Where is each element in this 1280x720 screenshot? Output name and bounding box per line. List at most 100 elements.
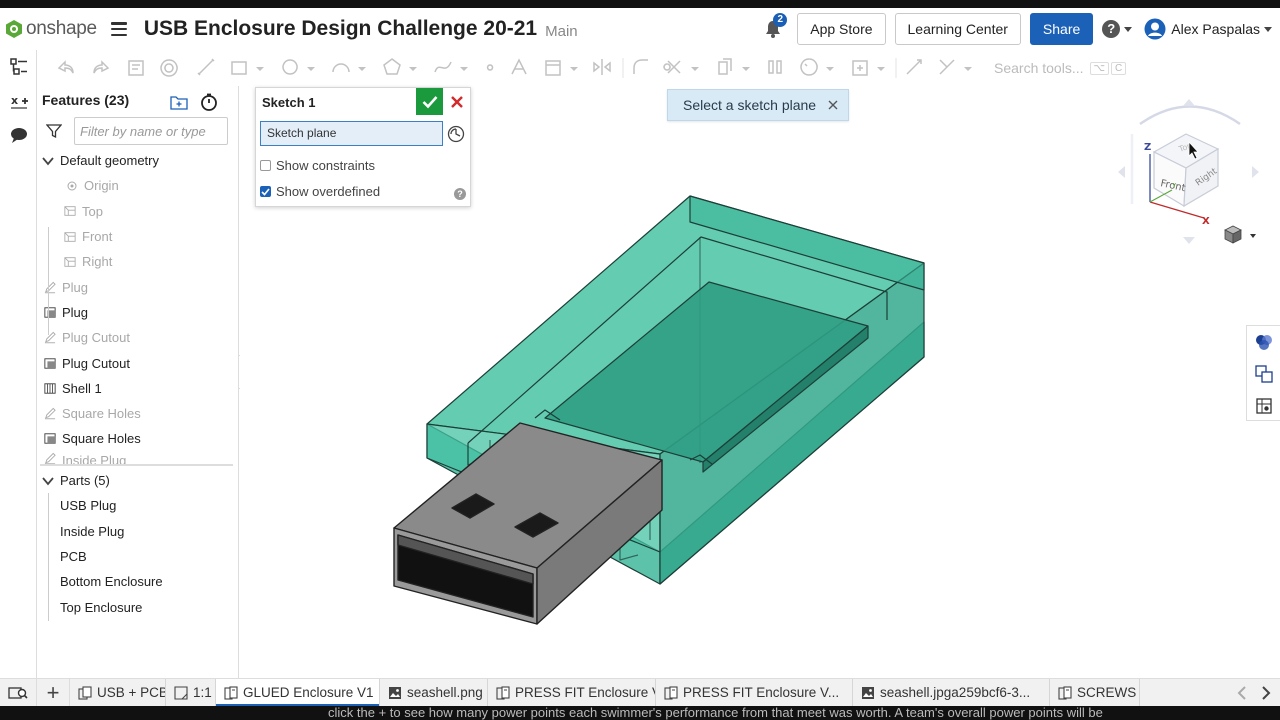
default-item-top[interactable]: Top: [38, 199, 238, 224]
chevron-down-icon[interactable]: [691, 67, 699, 71]
undo-icon[interactable]: [57, 60, 74, 74]
tab-6[interactable]: seashell.jpga259bcf6-3...: [853, 678, 1050, 707]
spline-icon[interactable]: [434, 61, 452, 73]
offset-icon[interactable]: [718, 58, 732, 75]
chevron-down-icon[interactable]: [42, 155, 54, 167]
sketch-icon[interactable]: [128, 60, 144, 76]
part-item[interactable]: Bottom Enclosure: [38, 569, 239, 594]
hamburger-menu-icon[interactable]: [110, 22, 127, 36]
share-button[interactable]: Share: [1029, 13, 1094, 45]
chevron-down-icon[interactable]: [826, 67, 834, 71]
accept-checkmark-button[interactable]: [416, 88, 443, 115]
point-icon[interactable]: [486, 64, 494, 71]
construction-icon[interactable]: [545, 60, 561, 76]
branch-label[interactable]: Main: [545, 23, 578, 40]
tab-2[interactable]: GLUED Enclosure V1: [216, 678, 380, 707]
tab-4[interactable]: PRESS FIT Enclosure V1: [488, 678, 656, 707]
document-title[interactable]: USB Enclosure Design Challenge 20-21: [144, 17, 537, 41]
part-item[interactable]: USB Plug: [38, 493, 239, 518]
chevron-down-icon[interactable]: [409, 67, 417, 71]
linear-pattern-icon[interactable]: [768, 60, 782, 74]
parts-group[interactable]: Parts (5): [38, 468, 239, 493]
chevron-down-icon[interactable]: [460, 67, 468, 71]
snap-icon[interactable]: [939, 59, 955, 75]
rebuild-timer-icon[interactable]: [199, 92, 219, 112]
feature-item[interactable]: Inside Plug: [38, 452, 238, 464]
cancel-x-button[interactable]: [448, 92, 466, 112]
filter-icon[interactable]: [46, 123, 62, 139]
mass-properties-panel-icon[interactable]: [1247, 390, 1280, 422]
chevron-down-icon[interactable]: [256, 67, 264, 71]
configurations-panel-icon[interactable]: [1247, 358, 1280, 390]
trim-icon[interactable]: [663, 60, 681, 74]
feature-item[interactable]: Plug Cutout: [38, 325, 238, 350]
rotate-down-arrow-icon[interactable]: [1183, 237, 1195, 244]
close-icon[interactable]: [826, 98, 840, 112]
tab-7[interactable]: SCREWS Enc: [1050, 678, 1140, 707]
sketch-dialog-title[interactable]: Sketch 1: [262, 95, 315, 110]
feature-item[interactable]: Plug: [38, 274, 238, 299]
rotate-up-arrow-icon[interactable]: [1183, 99, 1195, 106]
show-overdefined-checkbox[interactable]: [260, 186, 271, 197]
history-clock-icon[interactable]: [446, 124, 466, 144]
learning-center-button[interactable]: Learning Center: [894, 13, 1021, 45]
text-icon[interactable]: [511, 58, 527, 75]
chevron-down-icon[interactable]: [877, 67, 885, 71]
mirror-icon[interactable]: [593, 59, 611, 75]
user-menu[interactable]: Alex Paspalas: [1144, 18, 1272, 40]
tab-manager-button[interactable]: [0, 678, 37, 707]
chevron-down-icon[interactable]: [307, 67, 315, 71]
circle-icon[interactable]: [282, 59, 298, 75]
part-item[interactable]: Inside Plug: [38, 519, 239, 544]
tab-3[interactable]: seashell.png: [380, 678, 488, 707]
feature-item[interactable]: Square Holes: [38, 426, 238, 451]
view-cube[interactable]: Top Front Right Z Y X: [1112, 94, 1272, 254]
chevron-down-icon[interactable]: [964, 67, 972, 71]
tab-scroll-left-button[interactable]: [1230, 679, 1254, 707]
add-tab-button[interactable]: +: [37, 678, 70, 707]
show-constraints-option[interactable]: Show constraints: [260, 158, 375, 173]
variable-table-icon[interactable]: x: [0, 84, 37, 118]
comments-icon[interactable]: [0, 118, 37, 152]
tab-5[interactable]: PRESS FIT Enclosure V...: [656, 678, 853, 707]
feature-item[interactable]: Square Holes: [38, 401, 238, 426]
redo-icon[interactable]: [93, 60, 110, 74]
circular-pattern-icon[interactable]: [800, 58, 818, 76]
chevron-down-icon[interactable]: [358, 67, 366, 71]
dimension-icon[interactable]: [906, 59, 922, 75]
app-store-button[interactable]: App Store: [797, 13, 886, 45]
default-geometry-group[interactable]: Default geometry: [38, 148, 238, 173]
tab-scroll-right-button[interactable]: [1254, 679, 1278, 707]
sketch-plane-selection-field[interactable]: Sketch plane: [260, 121, 443, 146]
chevron-down-icon[interactable]: [42, 475, 54, 487]
feature-item[interactable]: Plug: [38, 300, 238, 325]
rollback-bar[interactable]: [40, 464, 233, 466]
polygon-icon[interactable]: [383, 58, 401, 75]
search-tools-input[interactable]: Search tools... ⌥ C: [994, 56, 1174, 80]
help-icon[interactable]: ?: [454, 188, 466, 200]
line-icon[interactable]: [197, 58, 215, 76]
fillet-icon[interactable]: [633, 59, 648, 74]
tab-1[interactable]: 1:1: [166, 678, 216, 707]
show-constraints-checkbox[interactable]: [260, 160, 271, 171]
appearance-icon[interactable]: [160, 59, 178, 77]
view-options-icon[interactable]: [1224, 225, 1256, 244]
appearance-panel-icon[interactable]: [1247, 326, 1280, 358]
feature-item[interactable]: Shell 1: [38, 376, 238, 401]
show-overdefined-option[interactable]: Show overdefined: [260, 184, 380, 199]
chevron-down-icon[interactable]: [742, 67, 750, 71]
chevron-down-icon[interactable]: [570, 67, 578, 71]
default-item-right[interactable]: Right: [38, 249, 238, 274]
transform-icon[interactable]: [852, 60, 868, 76]
part-item[interactable]: PCB: [38, 544, 239, 569]
help-menu[interactable]: ?: [1102, 20, 1133, 38]
notifications-bell-icon[interactable]: 2: [763, 13, 788, 39]
feature-filter-input[interactable]: [74, 117, 228, 145]
rotate-left-arrow-icon[interactable]: [1118, 166, 1125, 178]
default-item-origin[interactable]: Origin: [38, 173, 238, 198]
tab-0[interactable]: USB + PCB: [70, 678, 166, 707]
arc-icon[interactable]: [332, 63, 350, 73]
rectangle-icon[interactable]: [231, 61, 247, 75]
rotate-right-arrow-icon[interactable]: [1252, 166, 1259, 178]
feature-item[interactable]: Plug Cutout: [38, 350, 238, 375]
